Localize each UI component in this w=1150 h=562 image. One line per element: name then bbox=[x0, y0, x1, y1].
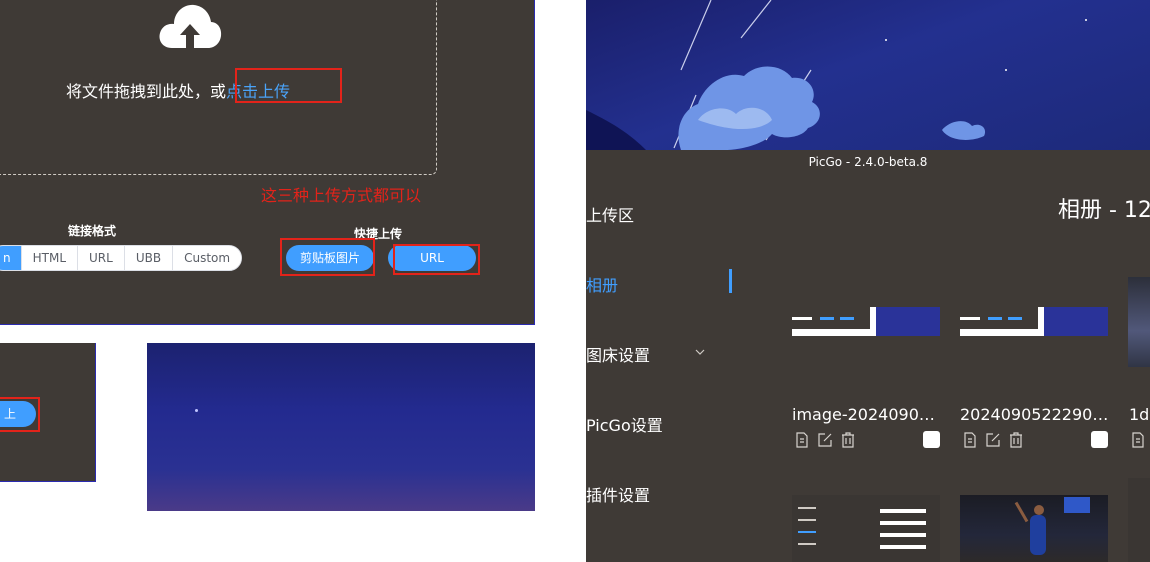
gallery-item-name: 1d0 bbox=[1129, 405, 1150, 424]
sidebar-item-upload[interactable]: 上传区 bbox=[586, 202, 634, 226]
night-sky-image bbox=[147, 343, 535, 511]
link-format-label: 链接格式 bbox=[68, 224, 117, 238]
gallery-item-name: 2024090522290… bbox=[960, 405, 1109, 424]
sidebar-item-plugin-settings[interactable]: 插件设置 bbox=[586, 482, 650, 506]
gallery-item-actions bbox=[1129, 431, 1147, 449]
screenshot-collage: 将文件拖拽到此处，或点击上传 这三种上传方式都可以 链接格式 n HTML UR… bbox=[0, 0, 1150, 562]
trash-icon[interactable] bbox=[1007, 431, 1025, 449]
format-custom[interactable]: Custom bbox=[172, 246, 242, 270]
file-icon[interactable] bbox=[961, 431, 979, 449]
sidebar-item-picgo-settings[interactable]: PicGo设置 bbox=[586, 412, 663, 436]
highlight-mini bbox=[0, 397, 40, 432]
cloud-upload-icon bbox=[159, 4, 222, 48]
link-format-group: n HTML URL UBB Custom bbox=[0, 245, 243, 271]
gallery-thumb-3[interactable] bbox=[1128, 277, 1150, 367]
gallery-thumb-5[interactable] bbox=[960, 495, 1108, 562]
mini-panel: 上 bbox=[0, 343, 96, 482]
edit-icon[interactable] bbox=[984, 431, 1002, 449]
drop-text: 将文件拖拽到此处，或 bbox=[66, 82, 227, 101]
trash-icon[interactable] bbox=[839, 431, 857, 449]
gallery-title: 相册 - 12 bbox=[1058, 198, 1150, 223]
format-html[interactable]: HTML bbox=[20, 246, 78, 270]
highlight-clipboard bbox=[280, 238, 375, 276]
sidebar-item-gallery[interactable]: 相册 bbox=[586, 272, 618, 296]
active-indicator bbox=[729, 269, 732, 293]
gallery-thumb-1[interactable] bbox=[792, 307, 940, 336]
format-url[interactable]: URL bbox=[77, 246, 124, 270]
gallery-item-name: image-2024090… bbox=[792, 405, 935, 424]
format-ubb[interactable]: UBB bbox=[123, 246, 173, 270]
gallery-item-actions bbox=[793, 431, 857, 449]
file-icon[interactable] bbox=[793, 431, 811, 449]
chevron-down-icon[interactable] bbox=[694, 346, 706, 358]
window-title: PicGo - 2.4.0-beta.8 bbox=[808, 155, 928, 169]
highlight-url bbox=[393, 244, 480, 275]
gallery-item-actions bbox=[961, 431, 1025, 449]
gallery-thumb-4[interactable] bbox=[792, 495, 940, 562]
highlight-click-upload bbox=[235, 68, 342, 103]
format-markdown[interactable]: n bbox=[0, 246, 21, 270]
annotation-note: 这三种上传方式都可以 bbox=[261, 186, 422, 205]
picgo-window: PicGo - 2.4.0-beta.8 上传区 相册 图床设置 PicGo设置… bbox=[586, 0, 1150, 562]
banner-art bbox=[586, 0, 1087, 150]
file-icon[interactable] bbox=[1129, 431, 1147, 449]
star bbox=[195, 409, 198, 412]
gallery-thumb-6[interactable] bbox=[1128, 478, 1150, 562]
upload-panel: 将文件拖拽到此处，或点击上传 这三种上传方式都可以 链接格式 n HTML UR… bbox=[0, 0, 535, 325]
select-checkbox[interactable] bbox=[1091, 431, 1108, 448]
edit-icon[interactable] bbox=[816, 431, 834, 449]
select-checkbox[interactable] bbox=[923, 431, 940, 448]
gallery-thumb-2[interactable] bbox=[960, 307, 1108, 336]
sidebar-item-picbed-settings[interactable]: 图床设置 bbox=[586, 342, 650, 366]
banner-image bbox=[586, 0, 1150, 150]
